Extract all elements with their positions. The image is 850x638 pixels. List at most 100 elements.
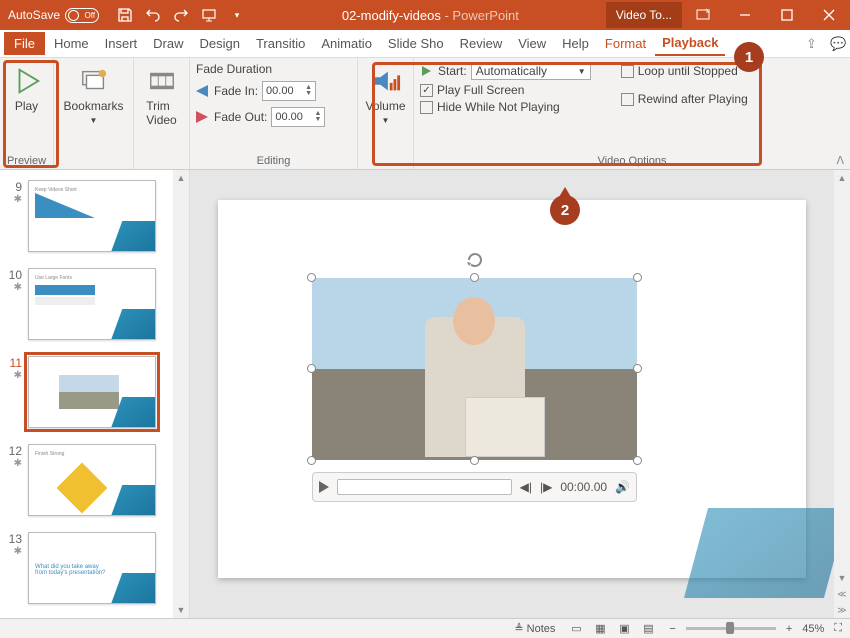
fit-to-window-icon[interactable]: ⛶ <box>834 622 842 635</box>
step-back-icon[interactable]: ◀| <box>520 480 532 494</box>
fade-in-value: 00.00 <box>266 85 294 97</box>
tab-draw[interactable]: Draw <box>146 32 190 55</box>
callout-1: 1 <box>734 42 764 72</box>
tab-insert[interactable]: Insert <box>98 32 145 55</box>
ribbon-display-options-icon[interactable] <box>682 0 724 30</box>
group-video-options-label: Video Options <box>414 155 850 167</box>
fade-in-spinner[interactable]: 00.00 ▲▼ <box>262 81 316 101</box>
step-forward-icon[interactable]: |▶ <box>540 480 552 494</box>
start-dropdown[interactable]: Automatically ▼ <box>471 62 591 80</box>
next-slide-icon[interactable]: ≫ <box>834 602 850 618</box>
reading-view-icon[interactable]: ▣ <box>613 621 635 637</box>
group-editing-label: Editing <box>190 155 357 167</box>
resize-handle[interactable] <box>470 456 479 465</box>
scroll-up-icon[interactable]: ▲ <box>173 170 189 186</box>
video-object[interactable]: ◀| |▶ 00:00.00 🔊 <box>312 278 637 502</box>
zoom-out-button[interactable]: − <box>669 623 675 635</box>
canvas-vertical-scrollbar[interactable]: ▲ ▼ ≪ ≫ <box>834 170 850 618</box>
tab-slideshow[interactable]: Slide Sho <box>381 32 451 55</box>
volume-button[interactable]: Volume ▼ <box>364 62 407 129</box>
video-frame[interactable] <box>312 278 637 460</box>
play-icon <box>420 65 434 77</box>
checkbox-icon <box>420 101 433 114</box>
resize-handle[interactable] <box>307 273 316 282</box>
slide-sorter-view-icon[interactable]: ▦ <box>589 621 611 637</box>
callout-2: 2 <box>550 195 580 225</box>
collapse-ribbon-icon[interactable]: ᐱ <box>836 154 844 167</box>
checkbox-icon <box>621 93 634 106</box>
save-icon[interactable] <box>117 7 133 23</box>
fade-out-spinner[interactable]: 00.00 ▲▼ <box>271 107 325 127</box>
share-icon[interactable]: ⇪ <box>800 36 822 52</box>
loop-until-stopped-checkbox[interactable]: Loop until Stopped <box>621 64 748 78</box>
autosave-toggle[interactable]: AutoSave Off <box>0 8 107 23</box>
zoom-level[interactable]: 45% <box>802 623 824 635</box>
autosave-switch[interactable]: Off <box>65 8 99 23</box>
tab-review[interactable]: Review <box>453 32 510 55</box>
volume-icon[interactable]: 🔊 <box>615 480 630 494</box>
tab-home[interactable]: Home <box>47 32 96 55</box>
scroll-down-icon[interactable]: ▼ <box>173 602 189 618</box>
slideshow-view-icon[interactable]: ▤ <box>637 621 659 637</box>
minimize-button[interactable] <box>724 0 766 30</box>
thumbnail-slide-13[interactable]: 13✱ What did you take awayfrom today's p… <box>0 528 189 616</box>
bookmarks-button[interactable]: Bookmarks ▼ <box>60 62 127 129</box>
tab-view[interactable]: View <box>511 32 553 55</box>
thumbnail-slide-9[interactable]: 9✱ Keep Videos Short <box>0 176 189 264</box>
resize-handle[interactable] <box>633 456 642 465</box>
slide-canvas-area[interactable]: ◀| |▶ 00:00.00 🔊 ▲ ▼ ≪ ≫ <box>190 170 850 618</box>
thumbnail-slide-10[interactable]: 10✱ Use Large Fonts <box>0 264 189 352</box>
checkbox-icon <box>621 65 634 78</box>
resize-handle[interactable] <box>470 273 479 282</box>
thumbnail-slide-11[interactable]: 11✱ <box>0 352 189 440</box>
redo-icon[interactable] <box>173 7 189 23</box>
volume-label: Volume <box>365 99 405 113</box>
quick-access-toolbar: ▾ <box>107 7 255 23</box>
tab-design[interactable]: Design <box>193 32 247 55</box>
zoom-slider[interactable] <box>686 627 776 630</box>
undo-icon[interactable] <box>145 7 161 23</box>
close-button[interactable] <box>808 0 850 30</box>
slide-thumbnails-pane[interactable]: 9✱ Keep Videos Short 10✱ Use Large Fonts… <box>0 170 190 618</box>
video-time: 00:00.00 <box>560 480 607 494</box>
play-icon[interactable] <box>319 481 329 493</box>
play-button[interactable]: Play <box>6 62 47 117</box>
tab-format[interactable]: Format <box>598 32 653 55</box>
tab-animations[interactable]: Animatio <box>314 32 379 55</box>
present-icon[interactable] <box>201 7 217 23</box>
notes-button[interactable]: ≜ Notes <box>514 622 555 635</box>
context-tab-video-tools[interactable]: Video To... <box>606 2 682 28</box>
maximize-button[interactable] <box>766 0 808 30</box>
scroll-up-icon[interactable]: ▲ <box>834 170 850 186</box>
normal-view-icon[interactable]: ▭ <box>565 621 587 637</box>
ribbon-tabs: File Home Insert Draw Design Transitio A… <box>0 30 850 58</box>
tab-transitions[interactable]: Transitio <box>249 32 312 55</box>
resize-handle[interactable] <box>307 364 316 373</box>
zoom-in-button[interactable]: + <box>786 623 792 635</box>
thumbnail-slide-12[interactable]: 12✱ Finish Strong <box>0 440 189 528</box>
comments-icon[interactable]: 💬 <box>824 36 846 52</box>
checkbox-checked-icon: ✓ <box>420 84 433 97</box>
chevron-down-icon: ▼ <box>382 116 390 125</box>
resize-handle[interactable] <box>633 364 642 373</box>
tab-file[interactable]: File <box>4 32 45 55</box>
fade-out-value: 00.00 <box>275 111 303 123</box>
resize-handle[interactable] <box>633 273 642 282</box>
resize-handle[interactable] <box>307 456 316 465</box>
start-label: Start: <box>438 64 467 78</box>
fade-duration-label: Fade Duration <box>196 62 351 76</box>
tab-help[interactable]: Help <box>555 32 596 55</box>
scroll-down-icon[interactable]: ▼ <box>834 570 850 586</box>
slide[interactable]: ◀| |▶ 00:00.00 🔊 <box>218 200 806 578</box>
play-full-screen-checkbox[interactable]: ✓ Play Full Screen <box>420 83 591 97</box>
video-seek-track[interactable] <box>337 479 512 495</box>
rewind-after-playing-checkbox[interactable]: Rewind after Playing <box>621 92 748 106</box>
hide-while-not-playing-checkbox[interactable]: Hide While Not Playing <box>420 100 591 114</box>
qat-more-icon[interactable]: ▾ <box>229 7 245 23</box>
chevron-down-icon: ▼ <box>578 67 586 76</box>
autosave-label: AutoSave <box>8 8 60 22</box>
thumbnails-scrollbar[interactable]: ▲ ▼ <box>173 170 189 618</box>
tab-playback[interactable]: Playback <box>655 31 725 56</box>
trim-video-button[interactable]: Trim Video <box>140 62 183 131</box>
prev-slide-icon[interactable]: ≪ <box>834 586 850 602</box>
